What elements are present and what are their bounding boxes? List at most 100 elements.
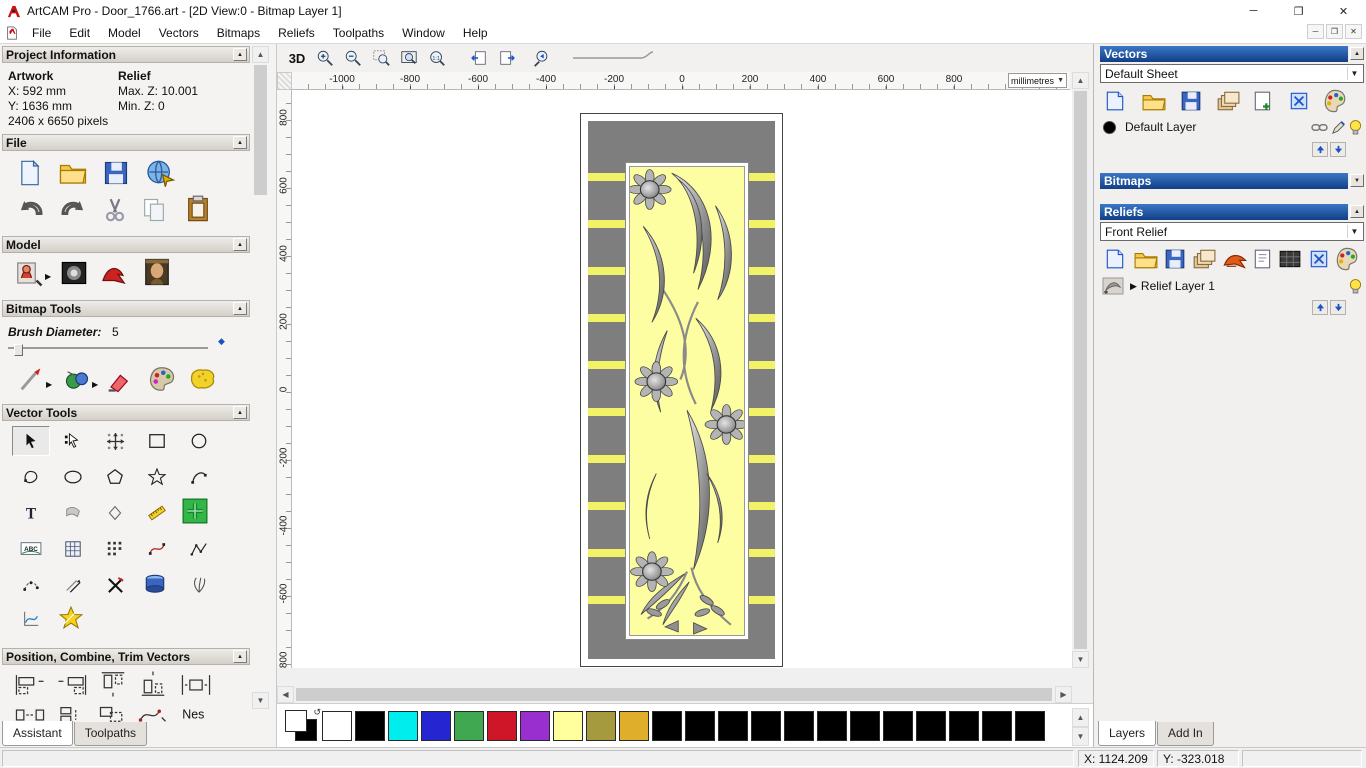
align-bottom-icon[interactable] — [138, 670, 168, 698]
create-diamond-icon[interactable] — [96, 498, 134, 528]
paste-along-curve-icon[interactable] — [96, 534, 134, 564]
fit-curve-icon[interactable] — [138, 534, 176, 564]
zoom-in-icon[interactable] — [313, 47, 337, 69]
zoom-out-icon[interactable] — [341, 47, 365, 69]
previous-bitmap-layer-icon[interactable] — [467, 47, 491, 69]
transform-vectors-icon[interactable] — [96, 426, 134, 456]
tab-assistant[interactable]: Assistant — [2, 721, 73, 746]
assistant-scroll-up-icon[interactable]: ▲ — [252, 46, 269, 63]
copy-icon[interactable] — [140, 196, 168, 224]
collapse-up-icon[interactable]: ▲ — [233, 48, 247, 61]
menu-item-vectors[interactable]: Vectors — [150, 22, 208, 43]
open-model-icon[interactable] — [58, 158, 88, 188]
view-3d-button[interactable]: 3D — [285, 47, 309, 69]
eraser-icon[interactable] — [104, 366, 132, 394]
new-vector-layer-icon[interactable] — [1104, 90, 1126, 112]
model-image-wizard-icon[interactable] — [142, 256, 172, 288]
sponge-icon[interactable] — [188, 364, 218, 394]
menu-item-window[interactable]: Window — [393, 22, 454, 43]
create-arc-icon[interactable] — [180, 462, 218, 492]
tab-layers[interactable]: Layers — [1098, 721, 1157, 746]
primary-secondary-color-swatch[interactable]: ↺ — [285, 707, 321, 742]
center-in-page-icon[interactable] — [180, 672, 212, 698]
canvas-vscrollbar-thumb[interactable] — [1074, 91, 1087, 649]
maximize-icon[interactable]: ❐ — [1276, 0, 1321, 22]
fan-curves-icon[interactable] — [180, 570, 218, 600]
paint-brush-icon[interactable] — [16, 366, 46, 394]
delete-layer-icon[interactable] — [1288, 90, 1310, 112]
import-model-icon[interactable] — [144, 156, 176, 188]
reliefs-collapse-icon[interactable]: ▲ — [1350, 205, 1364, 218]
palette-swatch-2[interactable] — [388, 710, 418, 741]
new-sheet-icon[interactable] — [1252, 90, 1274, 112]
palette-swatch-11[interactable] — [685, 710, 715, 741]
align-top-icon[interactable] — [98, 670, 128, 698]
layer-colors-icon[interactable] — [1322, 88, 1348, 114]
palette-swatch-9[interactable] — [619, 710, 649, 741]
create-ellipse-icon[interactable] — [180, 426, 218, 456]
assistant-scroll-down-icon[interactable]: ▼ — [252, 692, 269, 709]
nesting-tool-icon[interactable]: Nes — [180, 702, 214, 726]
bitmap-to-vector-icon[interactable] — [54, 534, 92, 564]
palette-swatch-17[interactable] — [883, 710, 913, 741]
relief-layer-down-icon[interactable] — [1330, 300, 1346, 315]
expand-arrow-icon[interactable]: ▶ — [1130, 281, 1137, 292]
vectors-collapse-icon[interactable]: ▲ — [1350, 47, 1364, 60]
zoom-100-icon[interactable]: 1:1 — [425, 47, 449, 69]
extrude-tool-icon[interactable] — [138, 568, 172, 600]
new-model-icon[interactable] — [16, 158, 44, 188]
relief-new-sheet-icon[interactable] — [1252, 248, 1274, 270]
section-header-file[interactable]: File ▲ — [2, 134, 250, 151]
create-star-icon[interactable] — [138, 462, 176, 492]
collapse-up-icon[interactable]: ▲ — [233, 302, 247, 315]
mdi-restore-icon[interactable]: ❐ — [1326, 24, 1343, 39]
assistant-scrollbar-thumb[interactable] — [254, 65, 267, 195]
zoom-box-icon[interactable] — [369, 47, 393, 69]
palette-swatch-5[interactable] — [487, 710, 517, 741]
canvas-scroll-up-icon[interactable]: ▲ — [1072, 72, 1089, 89]
menu-item-file[interactable]: File — [23, 22, 60, 43]
flood-fill-icon[interactable] — [62, 366, 92, 394]
palette-scroll-down-icon[interactable]: ▼ — [1072, 727, 1089, 746]
collapse-up-icon[interactable]: ▲ — [233, 406, 247, 419]
document-icon[interactable] — [5, 25, 19, 40]
new-relief-layer-icon[interactable] — [1104, 248, 1126, 270]
create-text-icon[interactable]: T — [12, 498, 50, 528]
wrap-text-icon[interactable] — [54, 498, 92, 528]
open-relief-layer-icon[interactable] — [1134, 248, 1158, 270]
vector-layer-row[interactable]: Default Layer — [1102, 116, 1362, 138]
menu-item-edit[interactable]: Edit — [60, 22, 99, 43]
palette-swatch-13[interactable] — [751, 710, 781, 741]
zoom-fit-icon[interactable] — [397, 47, 421, 69]
model-greyscale-icon[interactable] — [60, 258, 88, 288]
section-header-model[interactable]: Model ▲ — [2, 236, 250, 253]
menu-item-help[interactable]: Help — [454, 22, 497, 43]
relief-delete-icon[interactable] — [1308, 248, 1330, 270]
tab-toolpaths[interactable]: Toolpaths — [73, 722, 148, 746]
bitmaps-expand-icon[interactable]: ▼ — [1350, 174, 1364, 187]
vector-layer-down-icon[interactable] — [1330, 142, 1346, 157]
create-polyline-icon[interactable] — [180, 534, 218, 564]
relief-stack-icon[interactable] — [1192, 248, 1216, 270]
brush-diameter-slider[interactable] — [8, 347, 208, 349]
relief-layer-row[interactable]: ▶ Relief Layer 1 — [1102, 274, 1362, 298]
trim-vectors-icon[interactable] — [96, 570, 134, 600]
create-circle-icon[interactable] — [54, 462, 92, 492]
canvas-scroll-right-icon[interactable]: ▶ — [1055, 686, 1072, 703]
open-vector-layer-icon[interactable] — [1142, 90, 1166, 112]
palette-swatch-12[interactable] — [718, 710, 748, 741]
palette-swatch-0[interactable] — [322, 710, 352, 741]
next-bitmap-layer-icon[interactable] — [495, 47, 519, 69]
merge-layers-icon[interactable] — [1216, 90, 1240, 112]
minimize-icon[interactable]: ─ — [1231, 0, 1276, 22]
layer-visibility-bulb-icon[interactable] — [1349, 119, 1362, 136]
line-width-widget[interactable] — [571, 50, 661, 66]
palette-swatch-1[interactable] — [355, 710, 385, 741]
vector-layer-up-icon[interactable] — [1312, 142, 1328, 157]
menu-item-toolpaths[interactable]: Toolpaths — [324, 22, 393, 43]
undo-icon[interactable] — [16, 198, 46, 224]
menu-item-reliefs[interactable]: Reliefs — [269, 22, 324, 43]
section-header-vector-tools[interactable]: Vector Tools ▲ — [2, 404, 250, 421]
palette-scroll-up-icon[interactable]: ▲ — [1072, 708, 1089, 727]
reliefs-panel-header[interactable]: Reliefs — [1100, 204, 1348, 220]
